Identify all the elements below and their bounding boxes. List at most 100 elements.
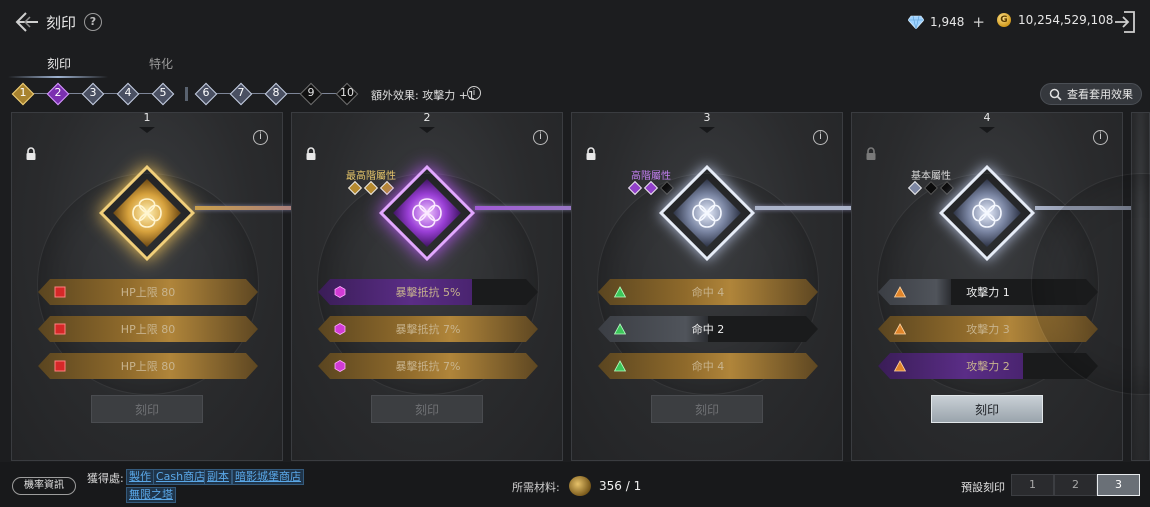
slot-number: 4 bbox=[969, 111, 1005, 133]
preset-tab-3[interactable]: 3 bbox=[1097, 474, 1140, 496]
slot-number: 3 bbox=[689, 111, 725, 133]
add-gems-button[interactable]: + bbox=[972, 13, 985, 31]
slot-info-icon[interactable]: i bbox=[533, 130, 548, 145]
level-number: 6 bbox=[202, 86, 210, 99]
celtic-knot-icon bbox=[412, 198, 442, 228]
stat-text: HP上限 80 bbox=[120, 323, 176, 336]
gem-amount: 1,948 bbox=[930, 15, 965, 29]
level-number: 9 bbox=[307, 86, 315, 99]
stat-option-row[interactable]: 暴擊抵抗 7% bbox=[318, 316, 538, 342]
tier-diamond-icon bbox=[363, 180, 379, 196]
bottom-bar: 機率資訊 獲得處: 製作 Cash商店 副本 暗影城堡商店 無限之塔 所需材料:… bbox=[0, 462, 1150, 507]
stat-text: 命中 2 bbox=[691, 323, 725, 336]
probability-info-button[interactable]: 機率資訊 bbox=[12, 477, 76, 495]
exit-icon[interactable] bbox=[1112, 9, 1138, 35]
level-node-6: 6 bbox=[194, 82, 218, 106]
obtain-label: 獲得處: bbox=[87, 472, 124, 485]
slot-info-icon[interactable]: i bbox=[253, 130, 268, 145]
tier-diamond-icon bbox=[347, 180, 363, 196]
stat-option-row[interactable]: HP上限 80 bbox=[38, 316, 258, 342]
stat-text: 命中 4 bbox=[691, 286, 725, 299]
stat-text: 暴擊抵抗 7% bbox=[395, 323, 461, 336]
preset-tab-2[interactable]: 2 bbox=[1054, 474, 1097, 496]
active-tab-indicator bbox=[8, 76, 108, 78]
stat-option-row[interactable]: HP上限 80 bbox=[38, 353, 258, 379]
help-icon[interactable]: ? bbox=[84, 13, 102, 31]
engrave-slot-partial bbox=[1030, 112, 1150, 461]
engrave-slot-3: 3 i 高階屬性 命中 4 命中 2 命中 4 刻印 bbox=[571, 111, 843, 461]
engrave-slot-2: 2 i 最高階屬性 暴擊抵抗 5% 暴擊抵抗 7% 暴擊抵抗 7% 刻印 bbox=[291, 111, 563, 461]
material-count: 356 / 1 bbox=[599, 479, 642, 493]
level-number: 2 bbox=[54, 86, 62, 99]
gold-coin-icon: G bbox=[997, 13, 1011, 27]
engrave-button[interactable]: 刻印 bbox=[91, 395, 203, 423]
stat-option-row[interactable]: 命中 2 bbox=[598, 316, 818, 342]
engrave-button[interactable]: 刻印 bbox=[371, 395, 483, 423]
stat-text: 命中 4 bbox=[691, 360, 725, 373]
stat-option-row[interactable]: 命中 4 bbox=[598, 353, 818, 379]
level-node-5: 5 bbox=[151, 82, 175, 106]
stat-text: 暴擊抵抗 5% bbox=[395, 286, 461, 299]
celtic-knot-icon bbox=[972, 198, 1002, 228]
material-label: 所需材料: bbox=[512, 481, 560, 494]
stat-option-row[interactable]: 暴擊抵抗 7% bbox=[318, 353, 538, 379]
slot-number: 2 bbox=[409, 111, 445, 133]
slot-info-icon[interactable]: i bbox=[1093, 130, 1108, 145]
obtain-link-dungeon[interactable]: 副本 bbox=[204, 469, 232, 485]
search-icon bbox=[1049, 88, 1062, 101]
obtain-link-infinite-tower[interactable]: 無限之塔 bbox=[126, 487, 176, 503]
info-icon[interactable]: i bbox=[467, 86, 481, 100]
page-title: 刻印 bbox=[46, 14, 77, 32]
engrave-emblem-icon bbox=[378, 164, 476, 262]
stat-option-row[interactable]: 命中 4 bbox=[598, 279, 818, 305]
tab-specialize[interactable]: 特化 bbox=[149, 55, 173, 72]
stat-text: HP上限 80 bbox=[120, 286, 176, 299]
lock-icon[interactable] bbox=[304, 147, 318, 161]
engrave-emblem-icon bbox=[98, 164, 196, 262]
engrave-slot-1: 1 i HP上限 80 HP上限 80 HP上限 80 刻印 bbox=[11, 111, 283, 461]
level-track: 1 2 3 4 5 6 7 8 9 10 bbox=[10, 82, 370, 106]
slot-info-icon[interactable]: i bbox=[813, 130, 828, 145]
lock-icon[interactable] bbox=[24, 147, 38, 161]
stat-option-row[interactable]: HP上限 80 bbox=[38, 279, 258, 305]
bonus-effect-text: 額外效果: 攻擊力 +1 bbox=[371, 89, 475, 102]
level-number: 8 bbox=[272, 86, 280, 99]
level-node-8: 8 bbox=[264, 82, 288, 106]
lock-icon[interactable] bbox=[864, 147, 878, 161]
level-number: 5 bbox=[159, 86, 167, 99]
celtic-knot-icon bbox=[692, 198, 722, 228]
level-node-9: 9 bbox=[299, 82, 323, 106]
obtain-link-cash-shop[interactable]: Cash商店 bbox=[153, 469, 209, 485]
obtain-link-shadow-castle-shop[interactable]: 暗影城堡商店 bbox=[232, 469, 304, 485]
engrave-material-icon bbox=[569, 476, 591, 496]
preset-tab-1[interactable]: 1 bbox=[1011, 474, 1054, 496]
level-number: 4 bbox=[124, 86, 132, 99]
tier-diamond-icon bbox=[643, 180, 659, 196]
tier-diamond-icon bbox=[627, 180, 643, 196]
tier-diamond-icon bbox=[923, 180, 939, 196]
level-node-10: 10 bbox=[335, 82, 359, 106]
level-number: 3 bbox=[89, 86, 97, 99]
level-number: 7 bbox=[237, 86, 245, 99]
top-bar: 刻印 ? 1,948 + G 10,254,529,108 bbox=[0, 0, 1150, 46]
celtic-knot-icon bbox=[132, 198, 162, 228]
engrave-emblem-icon bbox=[658, 164, 756, 262]
level-node-3: 3 bbox=[81, 82, 105, 106]
stat-text: HP上限 80 bbox=[120, 360, 176, 373]
tab-engrave[interactable]: 刻印 bbox=[47, 55, 71, 72]
gem-currency: 1,948 + bbox=[908, 13, 985, 31]
level-node-4: 4 bbox=[116, 82, 140, 106]
stat-option-row[interactable]: 暴擊抵抗 5% bbox=[318, 279, 538, 305]
obtain-link-craft[interactable]: 製作 bbox=[126, 469, 154, 485]
level-node-1: 1 bbox=[11, 82, 35, 106]
lock-icon[interactable] bbox=[584, 147, 598, 161]
diamond-icon bbox=[908, 15, 924, 29]
back-arrow-icon[interactable] bbox=[14, 10, 40, 34]
view-set-effect-label: 查看套用效果 bbox=[1067, 88, 1133, 101]
engrave-button[interactable]: 刻印 bbox=[651, 395, 763, 423]
slot-number: 1 bbox=[129, 111, 165, 133]
engrave-button[interactable]: 刻印 bbox=[931, 395, 1043, 423]
tier-diamond-icon bbox=[907, 180, 923, 196]
view-set-effect-button[interactable]: 查看套用效果 bbox=[1040, 83, 1142, 105]
gold-currency: G 10,254,529,108 bbox=[997, 13, 1113, 27]
